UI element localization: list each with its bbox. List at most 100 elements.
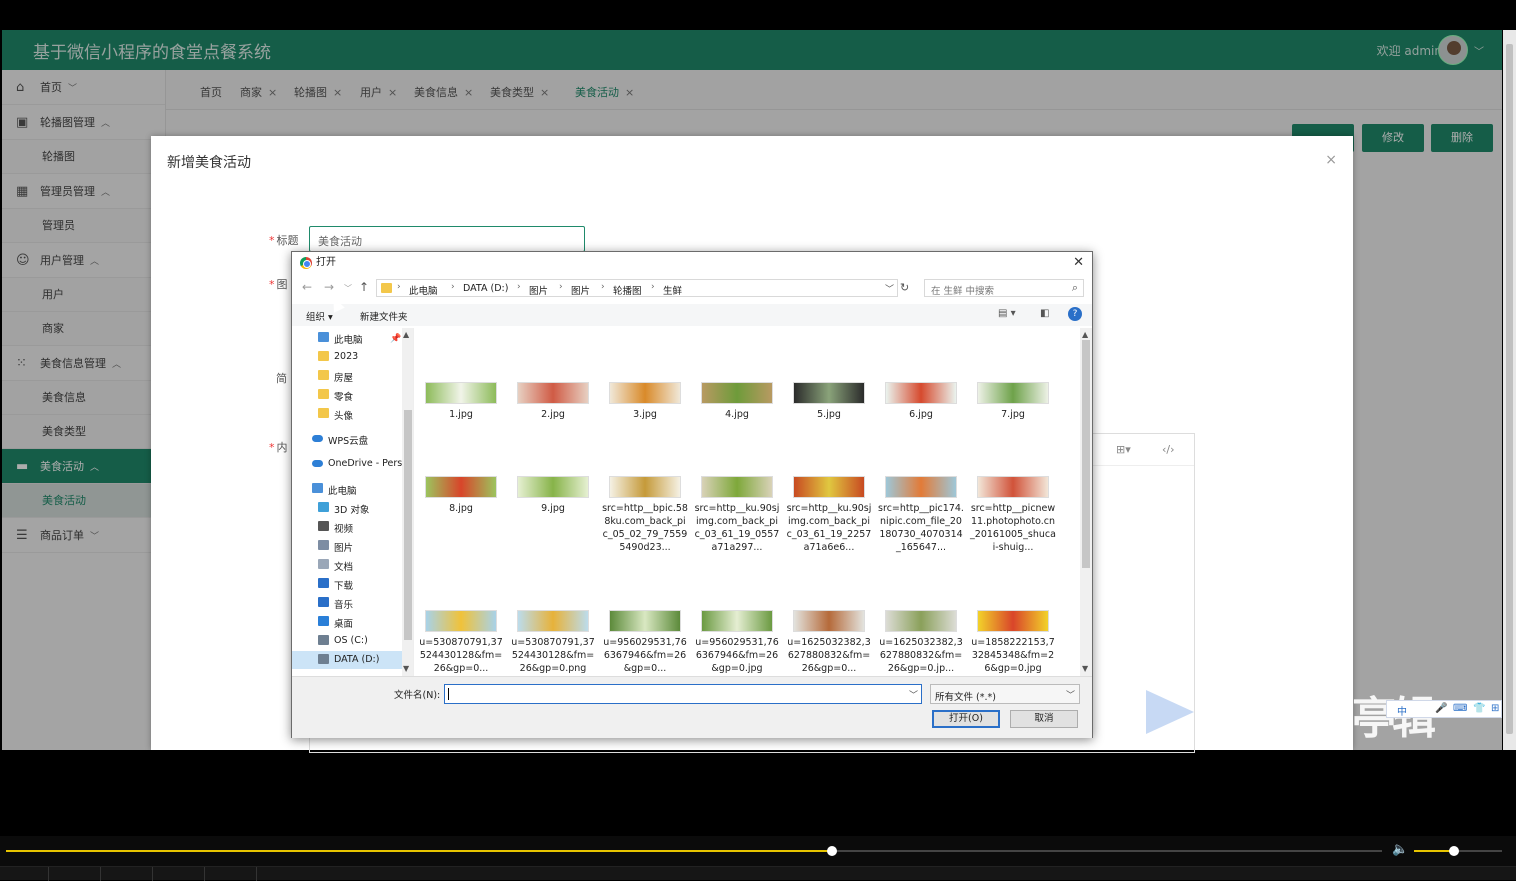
nav-item[interactable]: 房屋 [292, 367, 402, 385]
ime-icon[interactable]: ⌨ [1453, 703, 1467, 714]
breadcrumb-item[interactable]: 图片 [529, 283, 548, 297]
dialog-navbar: ← → ﹀ ↑ ﹀ › 此电脑 › DATA (D:) › 图片 › 图片 › 轮播图 › 生鲜 ↻ … [292, 276, 1092, 300]
file-item[interactable]: u=530870791,37524430128&fm=26&gp=0.png [510, 610, 596, 675]
nav-item[interactable]: 头像 [292, 405, 402, 423]
file-item[interactable]: u=1625032382,3627880832&fm=26&gp=0.jp... [878, 610, 964, 675]
nav-item[interactable]: OneDrive - Pers [292, 455, 402, 473]
strip-divider [256, 867, 257, 881]
nav-scroll-thumb[interactable] [404, 410, 412, 640]
breadcrumb-item[interactable]: 轮播图 [613, 283, 642, 297]
nav-item[interactable]: DATA (D:) [292, 651, 402, 669]
scroll-up-icon[interactable]: ▲ [1082, 330, 1088, 339]
filetype-select[interactable]: 所有文件 (*.*) ﹀ [930, 684, 1080, 704]
seek-handle[interactable] [826, 846, 837, 856]
image-thumbnail [701, 382, 773, 404]
command-bar: 组织 ▾ 新建文件夹 ▤ ▾ ◧ ? [292, 304, 1092, 326]
forward-arrow-icon[interactable]: → [324, 280, 334, 294]
file-item[interactable]: u=956029531,766367946&fm=26&gp=0.jpg [694, 610, 780, 675]
file-item[interactable]: 6.jpg [878, 382, 964, 421]
file-item[interactable]: u=530870791,37524430128&fm=26&gp=0... [418, 610, 504, 675]
file-item[interactable]: 2.jpg [510, 382, 596, 421]
table-icon[interactable]: ⊞▾ [1116, 443, 1131, 456]
image-thumbnail [609, 476, 681, 498]
image-thumbnail [793, 476, 865, 498]
file-item[interactable]: u=1625032382,3627880832&fm=26&gp=0... [786, 610, 872, 675]
search-input[interactable]: 在 生鲜 中搜索 ⌕ [924, 279, 1084, 297]
folder-icon [318, 370, 329, 380]
nav-item[interactable]: 桌面 [292, 613, 402, 631]
cancel-button[interactable]: 取消 [1010, 710, 1078, 728]
back-arrow-icon[interactable]: ← [302, 280, 312, 294]
breadcrumb-item[interactable]: 此电脑 [409, 283, 438, 297]
nav-item[interactable]: 音乐 [292, 594, 402, 612]
ime-icon[interactable]: 👕 [1473, 703, 1485, 714]
file-item[interactable]: 4.jpg [694, 382, 780, 421]
file-item[interactable]: 9.jpg [510, 476, 596, 515]
file-item[interactable]: u=1858222153,732845348&fm=26&gp=0.jpg [970, 610, 1056, 675]
file-item[interactable]: src=http__ku.90sjimg.com_back_pic_03_61_… [694, 476, 780, 554]
filename-input[interactable]: ﹀ [444, 684, 922, 704]
title-input[interactable]: 美食活动 [309, 226, 585, 252]
ime-icon[interactable]: ⊞ [1491, 703, 1499, 714]
page-scroll-thumb[interactable] [1506, 44, 1513, 734]
content-label: * 内 [269, 441, 288, 454]
file-item[interactable]: 1.jpg [418, 382, 504, 421]
nav-item[interactable]: 零食 [292, 386, 402, 404]
view-mode-icon[interactable]: ▤ ▾ [998, 308, 1016, 319]
watermark-logo-icon [1146, 690, 1194, 734]
close-icon[interactable]: × [1325, 152, 1337, 168]
nav-item[interactable]: 视频 [292, 518, 402, 536]
chevron-down-icon[interactable]: ﹀ [1066, 688, 1075, 701]
nav-scrollbar[interactable]: ▲ ▼ [402, 328, 413, 676]
code-icon[interactable]: ‹/› [1162, 443, 1175, 456]
file-item[interactable]: u=956029531,766367946&fm=26&gp=0... [602, 610, 688, 675]
chevron-down-icon[interactable]: ﹀ [885, 282, 894, 295]
nav-item[interactable]: OS (C:) [292, 632, 402, 650]
file-item[interactable]: src=http__pic174.nipic.com_file_20180730… [878, 476, 964, 554]
file-item[interactable]: 8.jpg [418, 476, 504, 515]
preview-pane-icon[interactable]: ◧ [1040, 308, 1049, 319]
nav-item[interactable]: 文档 [292, 556, 402, 574]
image-thumbnail [425, 610, 497, 632]
history-dropdown-icon[interactable]: ﹀ [344, 283, 352, 294]
file-name: u=530870791,37524430128&fm=26&gp=0.png [511, 637, 595, 674]
scroll-up-icon[interactable]: ▲ [403, 330, 409, 339]
scroll-down-icon[interactable]: ▼ [1082, 664, 1088, 673]
help-icon[interactable]: ? [1068, 307, 1082, 321]
nav-item[interactable]: 图片 [292, 537, 402, 555]
ime-icon[interactable]: 中 [1397, 703, 1407, 718]
nav-item[interactable]: WPS云盘 [292, 430, 402, 448]
breadcrumb-item[interactable]: DATA (D:) [463, 283, 508, 294]
address-bar[interactable]: ﹀ › 此电脑 › DATA (D:) › 图片 › 图片 › 轮播图 › 生鲜 [376, 279, 898, 297]
volume-handle[interactable] [1448, 846, 1459, 856]
nav-item[interactable]: 下载 [292, 575, 402, 593]
page-scrollbar[interactable] [1503, 30, 1516, 750]
scroll-down-icon[interactable]: ▼ [403, 664, 409, 673]
nav-item[interactable]: 此电脑 [292, 329, 402, 347]
chevron-down-icon[interactable]: ﹀ [909, 688, 918, 701]
breadcrumb-item[interactable]: 生鲜 [663, 283, 682, 297]
volume-icon[interactable]: 🔈 [1392, 842, 1408, 857]
open-button[interactable]: 打开(O) [932, 710, 1000, 728]
file-list-scrollbar[interactable]: ▲ ▼ [1080, 328, 1092, 676]
file-scroll-thumb[interactable] [1082, 340, 1090, 568]
nav-item[interactable]: 此电脑 [292, 480, 402, 498]
file-item[interactable]: src=http__picnew11.photophoto.cn_2016100… [970, 476, 1056, 554]
nav-item-label: 视频 [334, 524, 354, 535]
image-thumbnail [425, 476, 497, 498]
nav-item[interactable]: 2023 [292, 348, 402, 366]
file-item[interactable]: src=http__bpic.588ku.com_back_pic_05_02_… [602, 476, 688, 554]
ime-icon[interactable]: 🎤 [1435, 703, 1447, 714]
up-arrow-icon[interactable]: ↑ [359, 280, 369, 294]
file-item[interactable]: 5.jpg [786, 382, 872, 421]
file-item[interactable]: 3.jpg [602, 382, 688, 421]
nav-item[interactable]: 3D 对象 [292, 499, 402, 517]
file-item[interactable]: 7.jpg [970, 382, 1056, 421]
breadcrumb-item[interactable]: 图片 [571, 283, 590, 297]
refresh-icon[interactable]: ↻ [900, 281, 909, 294]
close-icon[interactable]: ✕ [1073, 255, 1084, 270]
seek-track[interactable] [6, 850, 1382, 852]
file-item[interactable]: src=http__ku.90sjimg.com_back_pic_03_61_… [786, 476, 872, 554]
new-folder-button[interactable]: 新建文件夹 [360, 309, 408, 323]
organize-button[interactable]: 组织 ▾ [306, 309, 333, 323]
